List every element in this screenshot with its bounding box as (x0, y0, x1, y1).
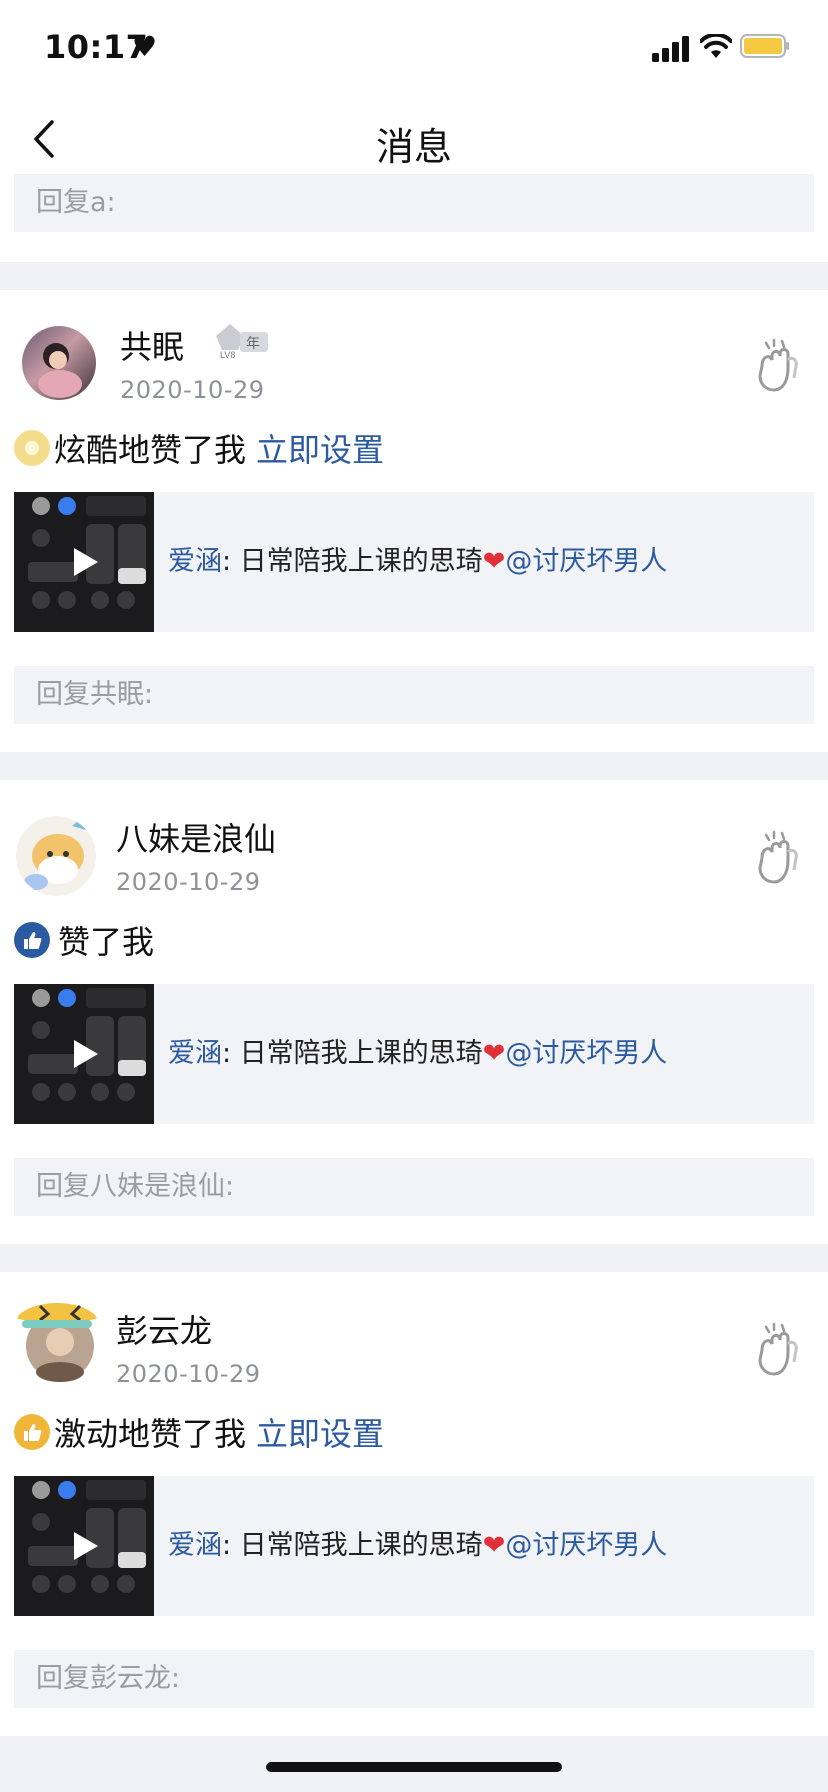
username[interactable]: 八妹是浪仙 (116, 814, 276, 860)
signal-icon (652, 36, 689, 62)
action-text: 赞了我 (58, 923, 155, 961)
red-heart-icon: ❤ (482, 1038, 506, 1069)
quote-text: : 日常陪我上课的思琦 (222, 546, 483, 577)
excited-like-icon (14, 1414, 50, 1450)
action-text: 炫酷地赞了我 (54, 431, 247, 469)
avatar[interactable] (12, 1294, 102, 1384)
video-thumbnail[interactable] (14, 492, 154, 632)
reply-input[interactable]: 回复a: (14, 174, 814, 232)
section-divider (0, 1244, 828, 1272)
svg-text:年: 年 (246, 336, 260, 352)
quote-author[interactable]: 爱涵 (168, 546, 222, 577)
home-indicator[interactable] (266, 1762, 562, 1772)
action-row: 激动地赞了我 立即设置 (14, 1410, 384, 1454)
quote-text: : 日常陪我上课的思琦 (222, 1038, 483, 1069)
heart-icon: ♥ (132, 30, 158, 63)
action-text: 激动地赞了我 (54, 1415, 247, 1453)
video-thumbnail[interactable] (14, 1476, 154, 1616)
red-heart-icon: ❤ (482, 1530, 506, 1561)
quote-author[interactable]: 爱涵 (168, 1530, 222, 1561)
svg-text:LV8: LV8 (220, 350, 235, 360)
username[interactable]: 彭云龙 (116, 1306, 212, 1352)
quoted-post[interactable]: 爱涵: 日常陪我上课的思琦❤@讨厌坏男人 (14, 984, 814, 1124)
quoted-post[interactable]: 爱涵: 日常陪我上课的思琦❤@讨厌坏男人 (14, 492, 814, 632)
quote-author[interactable]: 爱涵 (168, 1038, 222, 1069)
date: 2020-10-29 (120, 376, 265, 404)
action-row: 炫酷地赞了我 立即设置 (14, 426, 384, 470)
reply-input[interactable]: 回复彭云龙: (14, 1650, 814, 1708)
wifi-icon (700, 34, 732, 58)
settings-link[interactable]: 立即设置 (256, 425, 384, 471)
quote-text: : 日常陪我上课的思琦 (222, 1530, 483, 1561)
username[interactable]: 共眠 (120, 322, 184, 368)
date: 2020-10-29 (116, 868, 261, 896)
thumbs-up-icon (14, 922, 50, 958)
action-row: 赞了我 (14, 918, 154, 962)
clap-icon[interactable] (752, 338, 804, 396)
clap-icon[interactable] (752, 1322, 804, 1380)
quoted-post[interactable]: 爱涵: 日常陪我上课的思琦❤@讨厌坏男人 (14, 1476, 814, 1616)
avatar[interactable] (16, 816, 96, 896)
battery-icon (740, 34, 789, 58)
reply-input[interactable]: 回复共眠: (14, 666, 814, 724)
cool-like-icon (14, 430, 50, 466)
settings-link[interactable]: 立即设置 (256, 1409, 384, 1455)
clap-icon[interactable] (752, 830, 804, 888)
date: 2020-10-29 (116, 1360, 261, 1388)
video-thumbnail[interactable] (14, 984, 154, 1124)
avatar[interactable] (22, 326, 96, 400)
reply-input[interactable]: 回复八妹是浪仙: (14, 1158, 814, 1216)
section-divider (0, 752, 828, 780)
section-divider (0, 262, 828, 290)
mention-link[interactable]: @讨厌坏男人 (505, 546, 667, 577)
mention-link[interactable]: @讨厌坏男人 (505, 1530, 667, 1561)
level-badge-icon: LV8 年 (210, 320, 272, 360)
mention-link[interactable]: @讨厌坏男人 (505, 1038, 667, 1069)
page-title: 消息 (375, 125, 452, 169)
red-heart-icon: ❤ (482, 546, 506, 577)
